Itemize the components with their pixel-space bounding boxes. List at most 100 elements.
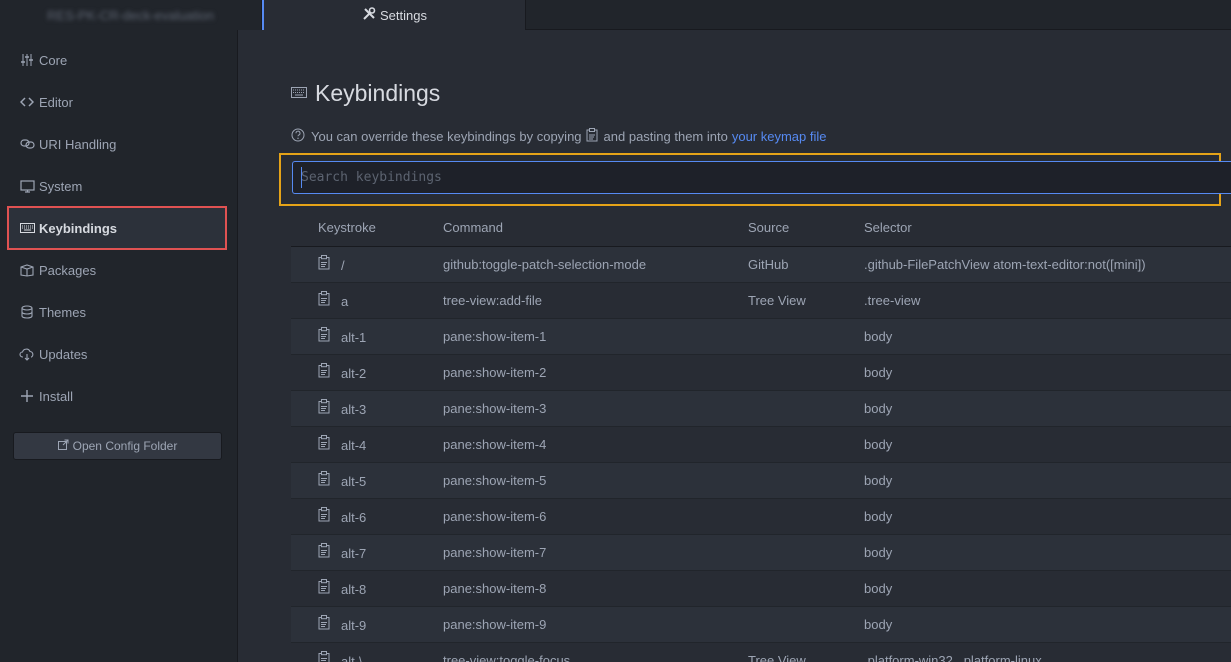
sidebar-item-install[interactable]: Install — [9, 376, 225, 416]
keystroke-value: alt-4 — [341, 438, 367, 453]
keystroke-value: alt-9 — [341, 618, 367, 633]
source-cell — [748, 354, 864, 391]
page-title: Keybindings — [315, 80, 441, 106]
keystroke-cell: a — [291, 282, 443, 319]
keystroke-cell: alt-4 — [291, 426, 443, 463]
command-cell: pane:show-item-9 — [443, 606, 748, 643]
selector-cell: body — [864, 498, 1231, 535]
keyboard-icon — [291, 85, 307, 102]
section-heading: Keybindings — [291, 80, 440, 107]
selector-cell: .platform-win32, .platform-linux — [864, 642, 1231, 662]
source-cell — [748, 390, 864, 427]
table-header-row: Keystroke Command Source Selector — [291, 210, 1231, 247]
command-cell: tree-view:toggle-focus — [443, 642, 748, 662]
sidebar-item-label: System — [39, 178, 83, 194]
table-row: alt-9 pane:show-item-9 body — [291, 606, 1231, 643]
paintcan-icon — [17, 305, 37, 319]
copy-keybinding-icon[interactable] — [318, 363, 335, 381]
keystroke-cell: alt-3 — [291, 390, 443, 427]
selector-cell: body — [864, 462, 1231, 499]
plus-icon — [17, 390, 37, 402]
copy-keybinding-icon[interactable] — [318, 471, 335, 489]
sidebar-item-uri-handling[interactable]: URI Handling — [9, 124, 225, 164]
keymap-file-link[interactable]: your keymap file — [732, 129, 827, 144]
search-highlight — [279, 153, 1231, 206]
copy-keybinding-icon[interactable] — [318, 651, 335, 662]
question-icon — [291, 128, 305, 145]
settings-panel: Keybindings You can override these keybi… — [239, 30, 1231, 662]
tools-icon — [362, 7, 376, 24]
tab-editor-file[interactable]: RES-PK-CR-deck-evaluation — [0, 0, 262, 30]
sidebar-item-keybindings[interactable]: Keybindings — [7, 206, 227, 250]
keybindings-table-body: / github:toggle-patch-selection-mode GitHu… — [291, 246, 1231, 662]
keystroke-value: alt-1 — [341, 330, 367, 345]
copy-keybinding-icon[interactable] — [318, 543, 335, 561]
sidebar-item-label: URI Handling — [39, 136, 117, 152]
table-row: alt-7 pane:show-item-7 body — [291, 534, 1231, 571]
source-cell: Tree View — [748, 642, 864, 662]
copy-keybinding-icon[interactable] — [318, 615, 335, 633]
keystroke-value: alt-7 — [341, 546, 367, 561]
tab-settings[interactable]: Settings — [262, 0, 526, 31]
keyboard-icon — [17, 223, 37, 233]
table-row: a tree-view:add-file Tree View .tree-view — [291, 282, 1231, 319]
source-cell: GitHub — [748, 246, 864, 283]
sidebar-item-packages[interactable]: Packages — [9, 250, 225, 290]
command-cell: pane:show-item-6 — [443, 498, 748, 535]
table-row: alt-1 pane:show-item-1 body — [291, 318, 1231, 355]
column-header-selector[interactable]: Selector — [864, 210, 1231, 247]
keystroke-value: alt-2 — [341, 366, 367, 381]
hint-middle: and pasting them into — [603, 129, 728, 144]
keystroke-cell: alt-7 — [291, 534, 443, 571]
tab-label: RES-PK-CR-deck-evaluation — [47, 7, 214, 23]
table-row: alt-5 pane:show-item-5 body — [291, 462, 1231, 499]
copy-keybinding-icon[interactable] — [318, 507, 335, 525]
copy-keybinding-icon[interactable] — [318, 399, 335, 417]
keystroke-cell: alt-6 — [291, 498, 443, 535]
copy-keybinding-icon[interactable] — [318, 579, 335, 597]
keystroke-value: alt-\ — [341, 654, 363, 662]
search-keybindings-input[interactable] — [292, 161, 1231, 194]
sidebar-item-label: Updates — [39, 346, 88, 362]
sidebar-item-core[interactable]: Core — [9, 40, 225, 80]
keystroke-value: / — [341, 258, 345, 273]
source-cell — [748, 606, 864, 643]
keystroke-value: alt-5 — [341, 474, 367, 489]
settings-sidebar: Core Editor URI Handling System Keybindi… — [0, 30, 238, 662]
sidebar-item-themes[interactable]: Themes — [9, 292, 225, 332]
selector-cell: body — [864, 426, 1231, 463]
settings-sliders-icon — [17, 54, 37, 66]
copy-keybinding-icon[interactable] — [318, 255, 335, 273]
command-cell: github:toggle-patch-selection-mode — [443, 246, 748, 283]
source-cell — [748, 426, 864, 463]
keybindings-table: Keystroke Command Source Selector / githu… — [291, 210, 1231, 662]
copy-keybinding-icon[interactable] — [318, 291, 335, 309]
copy-keybinding-icon[interactable] — [318, 327, 335, 345]
monitor-icon — [17, 179, 37, 193]
clippy-icon — [586, 128, 598, 145]
open-config-folder-button[interactable]: Open Config Folder — [13, 432, 222, 460]
sidebar-item-label: Themes — [39, 304, 86, 320]
source-cell — [748, 318, 864, 355]
selector-cell: body — [864, 606, 1231, 643]
keystroke-value: alt-3 — [341, 402, 367, 417]
keystroke-cell: alt-1 — [291, 318, 443, 355]
config-button-label: Open Config Folder — [72, 439, 178, 453]
keystroke-cell: alt-9 — [291, 606, 443, 643]
hint-prefix: You can override these keybindings by co… — [311, 129, 582, 144]
link-external-icon — [57, 439, 69, 453]
table-row: alt-8 pane:show-item-8 body — [291, 570, 1231, 607]
copy-keybinding-icon[interactable] — [318, 435, 335, 453]
sidebar-item-updates[interactable]: Updates — [9, 334, 225, 374]
source-cell — [748, 462, 864, 499]
column-header-source[interactable]: Source — [748, 210, 864, 247]
command-cell: pane:show-item-7 — [443, 534, 748, 571]
selector-cell: .github-FilePatchView atom-text-editor:n… — [864, 246, 1231, 283]
table-row: alt-4 pane:show-item-4 body — [291, 426, 1231, 463]
sidebar-item-label: Keybindings — [39, 220, 118, 236]
source-cell — [748, 570, 864, 607]
sidebar-item-system[interactable]: System — [9, 166, 225, 206]
column-header-keystroke[interactable]: Keystroke — [291, 210, 443, 247]
sidebar-item-editor[interactable]: Editor — [9, 82, 225, 122]
column-header-command[interactable]: Command — [443, 210, 748, 247]
